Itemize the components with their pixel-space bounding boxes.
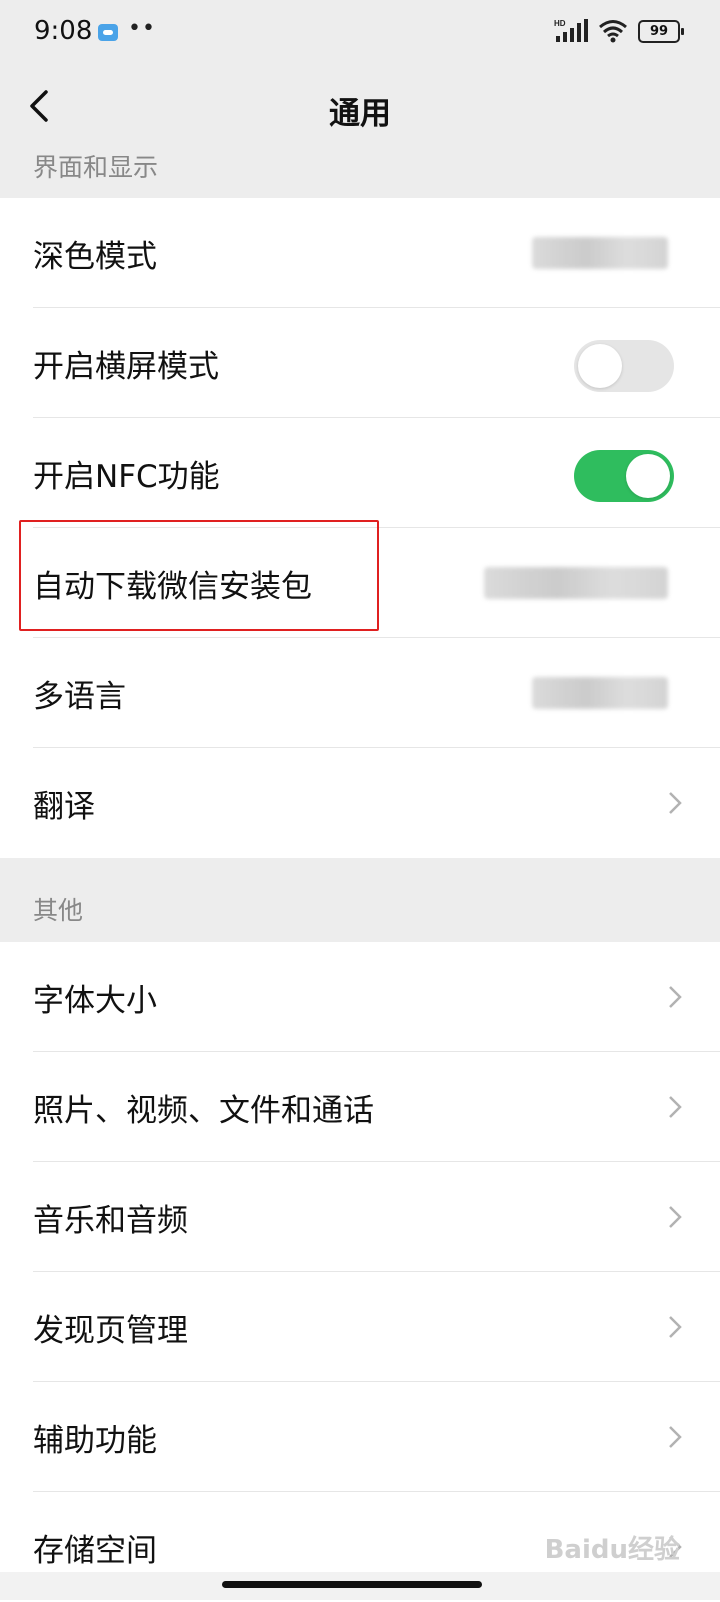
watermark: Baidu经验 (544, 1535, 680, 1565)
row-label: 自动下载微信安装包 (33, 568, 312, 605)
blurred-value (532, 237, 668, 269)
blurred-value (484, 567, 668, 599)
signal-icon: HD (554, 18, 588, 44)
nfc-toggle[interactable] (574, 450, 674, 502)
row-label: 开启横屏模式 (33, 348, 219, 385)
status-bar: 9:08 •• HD 99 (0, 0, 720, 66)
row-label: 字体大小 (33, 982, 157, 1019)
nfc-row: 开启NFC功能 (0, 418, 720, 528)
discover-management-row[interactable]: 发现页管理 (0, 1272, 720, 1382)
auto-download-installer-row[interactable]: 自动下载微信安装包 (0, 528, 720, 638)
language-row[interactable]: 多语言 (0, 638, 720, 748)
wifi-icon (598, 19, 628, 43)
status-indicators: HD 99 (554, 18, 684, 44)
accessibility-row[interactable]: 辅助功能 (0, 1382, 720, 1492)
row-label: 开启NFC功能 (33, 458, 220, 495)
row-label: 音乐和音频 (33, 1202, 188, 1239)
row-label: 辅助功能 (33, 1422, 157, 1459)
row-label: 发现页管理 (33, 1312, 188, 1349)
row-label: 照片、视频、文件和通话 (33, 1092, 374, 1129)
status-time: 9:08 (34, 16, 93, 46)
section-header-other: 其他 (33, 896, 84, 925)
home-indicator[interactable] (222, 1581, 482, 1588)
notification-dots: •• (128, 16, 156, 41)
toggle-knob (578, 344, 622, 388)
row-label: 深色模式 (33, 238, 157, 275)
nav-bar: 通用 (0, 66, 720, 150)
chevron-right-icon (669, 1426, 682, 1448)
landscape-mode-toggle[interactable] (574, 340, 674, 392)
chevron-right-icon (669, 792, 682, 814)
other-settings-group: 字体大小 照片、视频、文件和通话 音乐和音频 发现页管理 辅助功能 存储空间 (0, 942, 720, 1602)
app-notification-icon (98, 24, 118, 41)
toggle-knob (626, 454, 670, 498)
display-settings-group: 深色模式 开启横屏模式 开启NFC功能 自动下载微信安装包 多语言 翻译 (0, 198, 720, 858)
hd-label: HD (554, 19, 566, 28)
translate-row[interactable]: 翻译 (0, 748, 720, 858)
music-audio-row[interactable]: 音乐和音频 (0, 1162, 720, 1272)
row-label: 翻译 (33, 788, 95, 825)
media-files-calls-row[interactable]: 照片、视频、文件和通话 (0, 1052, 720, 1162)
font-size-row[interactable]: 字体大小 (0, 942, 720, 1052)
battery-icon: 99 (638, 19, 684, 43)
dark-mode-row[interactable]: 深色模式 (0, 198, 720, 308)
section-header-display: 界面和显示 (33, 153, 159, 182)
chevron-right-icon (669, 1206, 682, 1228)
page-title: 通用 (329, 96, 391, 132)
chevron-right-icon (669, 1316, 682, 1338)
chevron-right-icon (669, 1096, 682, 1118)
landscape-mode-row: 开启横屏模式 (0, 308, 720, 418)
row-label: 存储空间 (33, 1532, 157, 1569)
blurred-value (532, 677, 668, 709)
chevron-right-icon (669, 986, 682, 1008)
row-label: 多语言 (33, 678, 126, 715)
